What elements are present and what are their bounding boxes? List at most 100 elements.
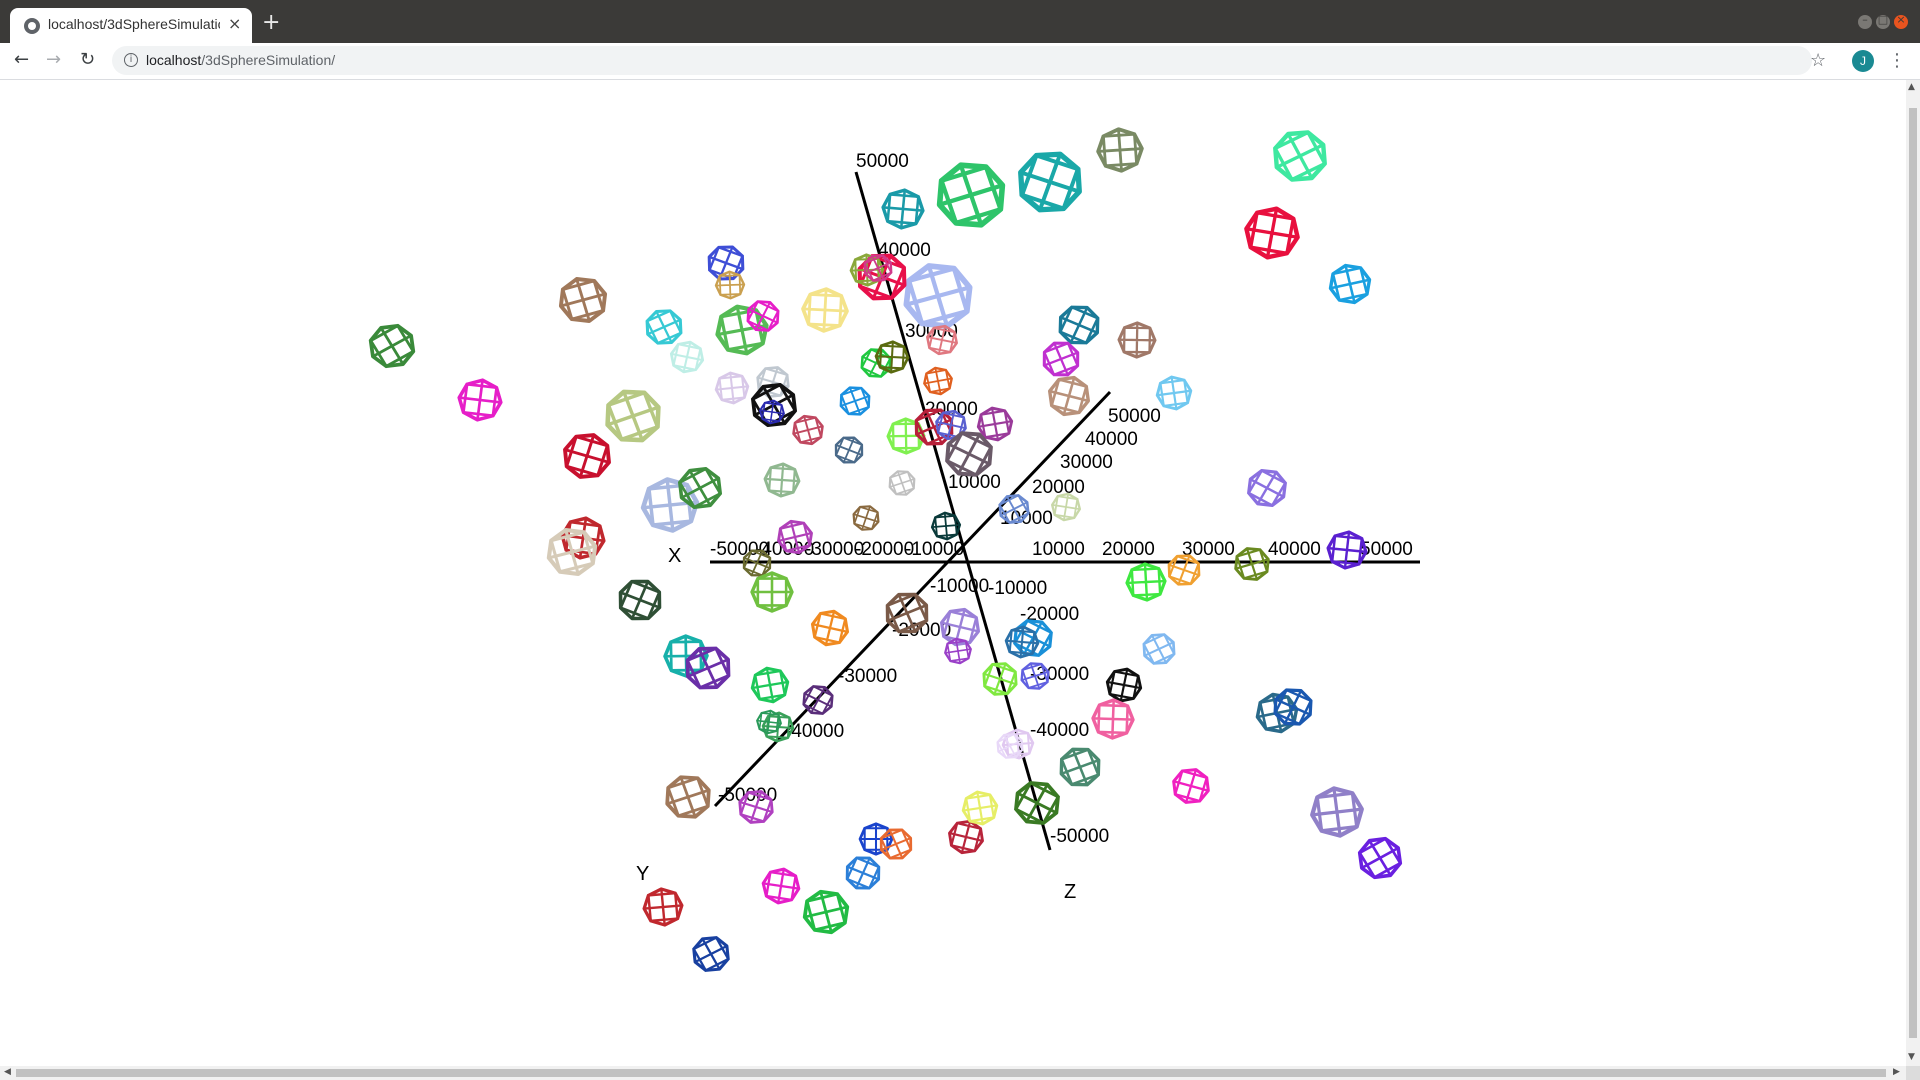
z-axis-tick-label: -40000 [1030, 720, 1089, 741]
tab-strip: localhost/3dSphereSimulation/ × + – □ × [0, 0, 1920, 43]
back-arrow-icon[interactable]: ← [14, 49, 29, 70]
sphere [888, 470, 916, 496]
z-axis-name: Z [1064, 881, 1076, 903]
url-host: localhost [146, 52, 202, 68]
sphere [546, 527, 598, 577]
sphere [1234, 547, 1270, 581]
sphere [1059, 747, 1101, 787]
y-axis-tick-label: -30000 [838, 666, 897, 687]
browser-tab[interactable]: localhost/3dSphereSimulation/ × [10, 8, 252, 43]
sphere [714, 371, 750, 405]
page-viewport: -50000 -40000 -30000 -20000 -10000 10000 20000… [0, 80, 1906, 1066]
sphere [1091, 698, 1135, 740]
horizontal-scroll-thumb[interactable] [16, 1069, 1886, 1077]
sphere-wireframe [1097, 129, 1143, 171]
y-axis-tick-label: 50000 [1108, 406, 1161, 427]
maximize-icon: □ [1877, 13, 1889, 26]
sphere [1105, 667, 1143, 703]
sphere [936, 162, 1006, 228]
sphere [802, 889, 850, 935]
sphere [777, 519, 813, 555]
sphere [618, 579, 662, 621]
sphere-wireframe [1005, 626, 1039, 658]
sphere [756, 709, 782, 735]
sphere [845, 856, 881, 890]
star-icon[interactable]: ☆ [1810, 50, 1826, 71]
y-axis-tick-label: -10000 [930, 576, 989, 597]
vertical-scrollbar[interactable]: ▲ ▼ [1906, 80, 1920, 1066]
sphere [948, 819, 984, 855]
sphere [1328, 263, 1372, 305]
minimize-window-button[interactable]: – [1858, 13, 1872, 29]
sphere [1047, 375, 1091, 417]
sphere [874, 340, 910, 374]
z-axis-tick-label: 50000 [856, 151, 909, 172]
sphere [1310, 786, 1364, 838]
sphere [1096, 127, 1144, 173]
vertical-scroll-thumb[interactable] [1909, 108, 1917, 1038]
info-icon[interactable]: i [124, 53, 138, 67]
sphere [714, 270, 746, 300]
scroll-down-icon[interactable]: ▼ [1908, 1052, 1915, 1062]
sphere [1272, 130, 1328, 182]
maximize-window-button[interactable]: □ [1876, 13, 1890, 29]
sphere-wireframe [1126, 563, 1166, 601]
scroll-right-icon[interactable]: ▶ [1893, 1067, 1900, 1077]
sphere [750, 571, 794, 613]
sphere [563, 433, 611, 479]
y-axis-name: Y [636, 863, 649, 885]
y-axis-tick-label: -40000 [785, 721, 844, 742]
sphere [665, 775, 711, 819]
sphere [368, 323, 416, 369]
globe-icon [24, 18, 40, 34]
sphere [1014, 781, 1060, 825]
kebab-menu-icon[interactable]: ⋮ [1888, 50, 1906, 71]
close-window-button[interactable]: × [1894, 13, 1908, 29]
sphere [457, 378, 503, 422]
minimize-icon: – [1862, 13, 1868, 26]
scroll-up-icon[interactable]: ▲ [1908, 82, 1915, 92]
sphere [645, 309, 683, 345]
forward-arrow-icon[interactable]: → [46, 49, 61, 70]
sphere [834, 436, 864, 464]
new-tab-button[interactable]: + [262, 12, 280, 34]
sphere [879, 828, 913, 860]
sphere [750, 666, 790, 704]
sphere [1117, 321, 1157, 359]
sphere [1058, 305, 1100, 345]
sphere [759, 399, 785, 425]
sphere [669, 340, 705, 374]
horizontal-scrollbar[interactable]: ◀ ▶ [0, 1066, 1906, 1080]
sphere-wireframe [931, 512, 961, 540]
sphere [801, 287, 849, 333]
z-axis-tick-label: -50000 [1050, 826, 1109, 847]
sphere [1326, 530, 1368, 570]
reload-icon[interactable]: ↻ [80, 49, 95, 70]
scroll-left-icon[interactable]: ◀ [4, 1067, 11, 1077]
x-axis-tick-label: 40000 [1268, 539, 1321, 560]
sphere [792, 414, 824, 446]
sphere-wireframe [752, 573, 792, 611]
y-axis-line [713, 390, 1112, 808]
sphere-scene[interactable]: -50000-40000-30000-20000-10000 10000 20000… [0, 80, 1906, 1066]
avatar[interactable]: J [1852, 50, 1874, 72]
sphere [982, 662, 1018, 696]
sphere-wireframe [1092, 699, 1134, 739]
sphere [1018, 151, 1082, 213]
sphere-wireframe [875, 341, 909, 373]
url-text[interactable]: localhost/3dSphereSimulation/ [146, 52, 335, 68]
sphere [750, 383, 798, 427]
sphere [1244, 206, 1300, 260]
sphere [930, 511, 962, 541]
sphere [944, 637, 972, 665]
y-axis-tick-label: 30000 [1060, 452, 1113, 473]
sphere [1042, 341, 1080, 377]
x-axis-name: X [668, 545, 681, 567]
browser-toolbar: ← → ↻ i localhost/3dSphereSimulation/ ☆ … [0, 43, 1920, 80]
sphere-wireframe [764, 463, 800, 497]
address-bar[interactable]: i localhost/3dSphereSimulation/ [112, 46, 1812, 75]
sphere [810, 609, 850, 647]
sphere [1172, 768, 1210, 804]
close-icon: × [1896, 13, 1906, 26]
close-icon[interactable]: × [228, 14, 241, 33]
